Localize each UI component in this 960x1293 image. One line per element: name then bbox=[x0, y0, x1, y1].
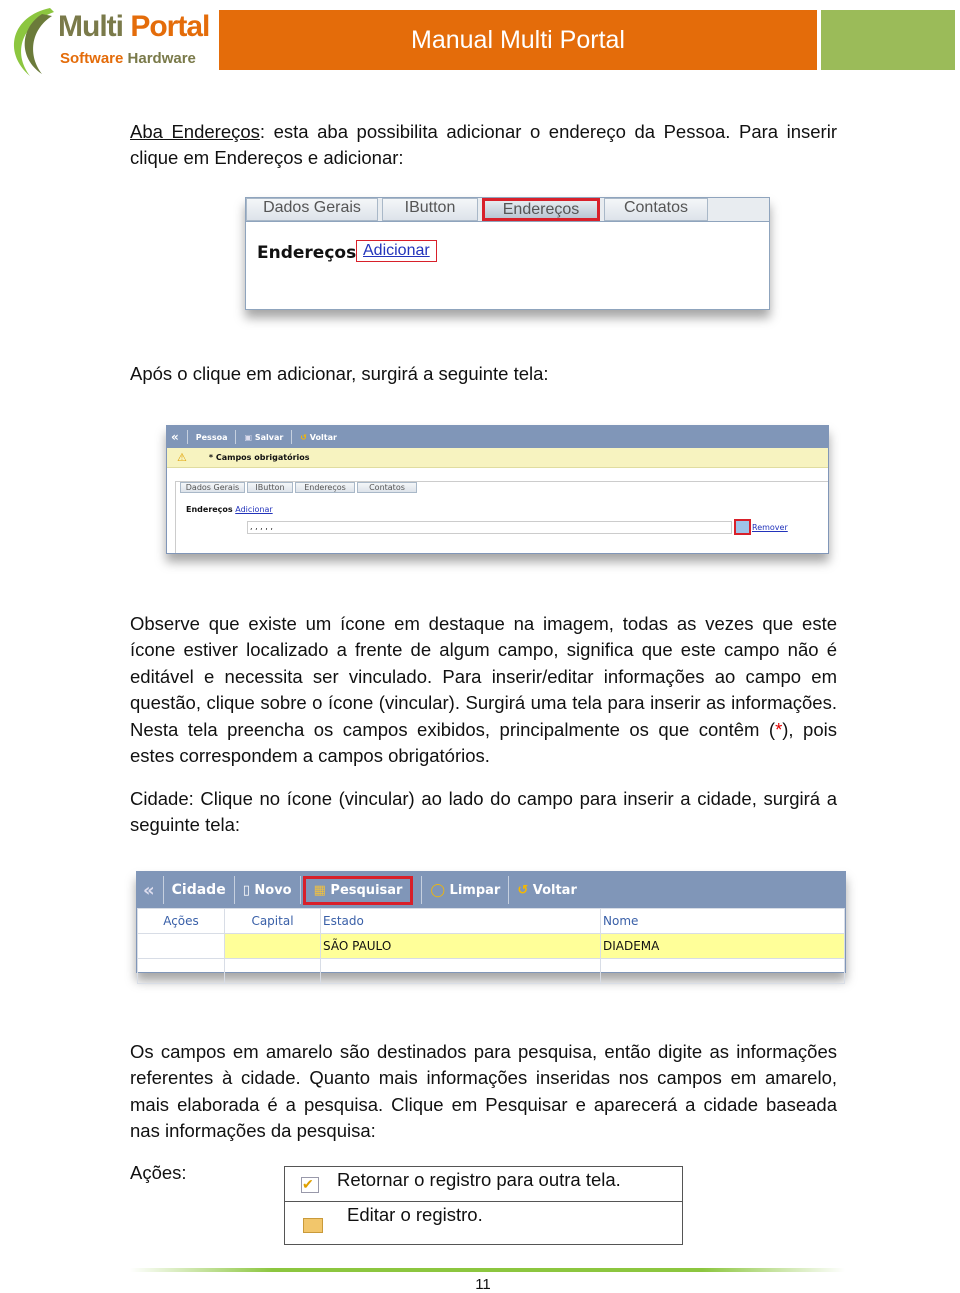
remove-link[interactable]: Remover bbox=[752, 523, 788, 532]
section-title: Aba Endereços bbox=[130, 121, 260, 142]
table-header: Ações Capital Estado Nome bbox=[137, 908, 845, 934]
actions-table: ✔ Retornar o registro para outra tela. E… bbox=[284, 1166, 683, 1245]
screenshot-tabs: Dados Gerais IButton Endereços Contatos … bbox=[245, 197, 770, 310]
paragraph-observe: Observe que existe um ícone em destaque … bbox=[130, 611, 837, 769]
actions-label: Ações: bbox=[130, 1162, 187, 1183]
back-icon: ↺ bbox=[517, 882, 533, 898]
tab-dados-gerais[interactable]: Dados Gerais bbox=[246, 198, 378, 221]
paragraph-amarelo: Os campos em amarelo são destinados para… bbox=[130, 1041, 837, 1142]
save-button[interactable]: Salvar bbox=[255, 433, 283, 442]
action-description: Retornar o registro para outra tela. bbox=[337, 1169, 621, 1190]
header-accent bbox=[821, 10, 955, 70]
tab-ibutton[interactable]: IButton bbox=[382, 198, 478, 221]
clear-button[interactable]: Limpar bbox=[450, 883, 501, 898]
tab-dados-gerais[interactable]: Dados Gerais bbox=[180, 482, 245, 493]
required-fields-note: * Campos obrigatórios bbox=[208, 453, 310, 462]
cell-capital[interactable] bbox=[224, 933, 321, 959]
add-link[interactable]: Adicionar bbox=[235, 505, 272, 514]
tab-contatos[interactable]: Contatos bbox=[357, 482, 417, 493]
new-icon: ▯ bbox=[242, 882, 255, 898]
cell-estado[interactable]: SÃO PAULO bbox=[320, 933, 601, 959]
search-label: Pesquisar bbox=[330, 882, 403, 898]
screenshot-cidade: « Cidade ▯ Novo ▦ Pesquisar ◯ Limpar ↺ V… bbox=[136, 871, 846, 984]
back-button[interactable]: Voltar bbox=[533, 883, 577, 898]
tab-enderecos[interactable]: Endereços bbox=[295, 482, 355, 493]
col-nome[interactable]: Nome bbox=[600, 908, 845, 934]
cell-nome[interactable]: DIADEMA bbox=[600, 933, 845, 959]
cell-acoes bbox=[137, 933, 225, 959]
new-button[interactable]: Novo bbox=[254, 883, 291, 898]
paragraph-enderecos: Aba Endereços: esta aba possibilita adic… bbox=[130, 119, 837, 172]
back-button[interactable]: Voltar bbox=[310, 433, 337, 442]
header-title: Manual Multi Portal bbox=[411, 25, 625, 54]
col-acoes[interactable]: Ações bbox=[137, 908, 225, 934]
tab-enderecos[interactable]: Endereços bbox=[482, 198, 600, 221]
results-table: Ações Capital Estado Nome SÃO PAULO DIAD… bbox=[137, 908, 845, 984]
col-estado[interactable]: Estado bbox=[320, 908, 601, 934]
paragraph-cidade: Cidade: Clique no ícone (vincular) ao la… bbox=[130, 788, 837, 836]
back-icon: ↺ bbox=[300, 432, 310, 442]
page-number: 11 bbox=[475, 1276, 491, 1293]
toolbar-cidade: Cidade bbox=[171, 882, 226, 898]
header-title-bar: Manual Multi Portal bbox=[219, 10, 817, 70]
collapse-icon[interactable]: « bbox=[143, 880, 155, 901]
folder-icon bbox=[303, 1218, 323, 1233]
search-button[interactable]: ▦ Pesquisar bbox=[302, 875, 414, 905]
clear-icon: ◯ bbox=[430, 882, 450, 898]
tab-contatos[interactable]: Contatos bbox=[604, 198, 708, 221]
search-icon: ▦ bbox=[313, 882, 331, 898]
toolbar: « Cidade ▯ Novo ▦ Pesquisar ◯ Limpar ↺ V… bbox=[137, 872, 845, 908]
checkbox-icon: ✔ bbox=[301, 1177, 319, 1193]
warning-icon: ⚠ bbox=[177, 451, 187, 464]
action-row: Editar o registro. bbox=[285, 1202, 682, 1244]
address-field[interactable]: , , , , , bbox=[247, 521, 732, 534]
toolbar: « Pessoa ▣ Salvar ↺ Voltar bbox=[167, 426, 828, 448]
multi-portal-logo: Multi Portal Software Hardware bbox=[2, 2, 212, 82]
section-label: Endereços bbox=[257, 243, 357, 263]
collapse-icon[interactable]: « bbox=[171, 430, 179, 444]
screenshot-pessoa: « Pessoa ▣ Salvar ↺ Voltar ⚠ * Campos obr… bbox=[166, 425, 829, 554]
section-label: Endereços bbox=[186, 505, 233, 514]
col-capital[interactable]: Capital bbox=[224, 908, 321, 934]
footer-divider bbox=[130, 1268, 845, 1272]
save-icon: ▣ bbox=[244, 432, 255, 442]
add-link[interactable]: Adicionar bbox=[363, 242, 430, 259]
tab-ibutton[interactable]: IButton bbox=[247, 482, 293, 493]
paragraph-text: Observe que existe um ícone em destaque … bbox=[130, 613, 837, 740]
action-description: Editar o registro. bbox=[347, 1204, 483, 1225]
action-row: ✔ Retornar o registro para outra tela. bbox=[285, 1167, 682, 1202]
paragraph-apos: Após o clique em adicionar, surgirá a se… bbox=[130, 363, 549, 384]
toolbar-pessoa: Pessoa bbox=[195, 432, 228, 442]
table-row[interactable]: SÃO PAULO DIADEMA bbox=[137, 933, 845, 959]
link-icon[interactable] bbox=[734, 519, 751, 535]
